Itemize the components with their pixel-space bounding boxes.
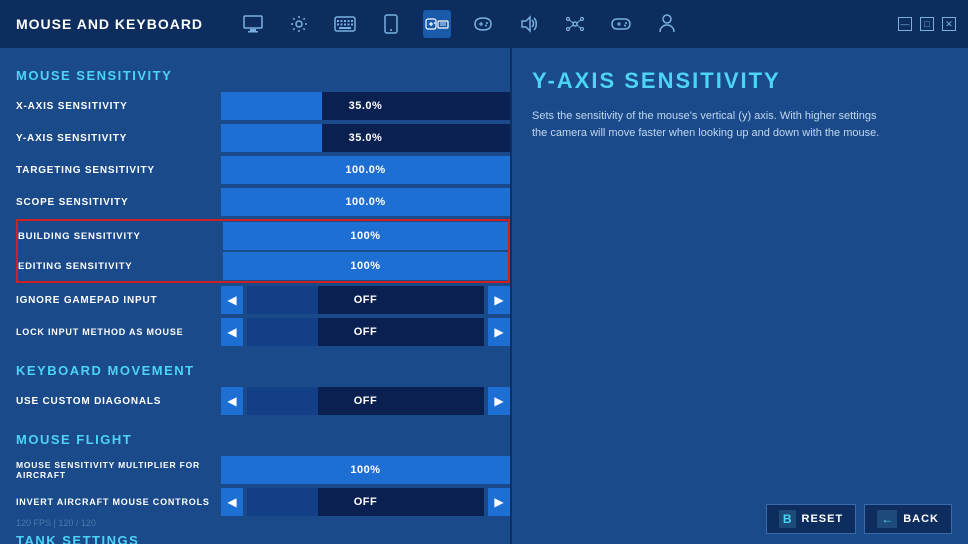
sensitivity-aircraft-value: 100% xyxy=(221,464,510,476)
maximize-button[interactable]: □ xyxy=(920,17,934,31)
custom-diag-row: USE CUSTOM DIAGONALS ◀ OFF ▶ xyxy=(16,386,510,416)
mouse-sensitivity-title: MOUSE SENSITIVITY xyxy=(16,68,510,83)
targeting-slider[interactable]: 100.0% xyxy=(221,156,510,184)
invert-aircraft-left-arrow[interactable]: ◀ xyxy=(221,488,243,516)
mouse-flight-title: MOUSE FLIGHT xyxy=(16,432,510,447)
scope-label: SCOPE SENSITIVITY xyxy=(16,197,221,208)
ignore-gamepad-value-wrap: OFF xyxy=(247,286,484,314)
ignore-gamepad-label: IGNORE GAMEPAD INPUT xyxy=(16,295,221,306)
y-axis-row: Y-AXIS SENSITIVITY 35.0% xyxy=(16,123,510,153)
x-axis-value: 35.0% xyxy=(221,100,510,112)
building-row: BUILDING SENSITIVITY 100% xyxy=(18,221,508,251)
custom-diag-left-arrow[interactable]: ◀ xyxy=(221,387,243,415)
x-axis-slider[interactable]: 35.0% xyxy=(221,92,510,120)
invert-aircraft-value-wrap: OFF xyxy=(247,488,484,516)
right-panel: Y-AXIS SENSITIVITY Sets the sensitivity … xyxy=(510,48,968,544)
keyboard-icon[interactable] xyxy=(331,10,359,38)
reset-icon: B xyxy=(779,510,796,528)
building-slider[interactable]: 100% xyxy=(223,222,508,250)
left-panel: MOUSE SENSITIVITY X-AXIS SENSITIVITY 35.… xyxy=(0,48,510,544)
detail-description: Sets the sensitivity of the mouse's vert… xyxy=(532,108,892,141)
gear-icon[interactable] xyxy=(285,10,313,38)
scope-value: 100.0% xyxy=(221,196,510,208)
keyboard-movement-title: KEYBOARD MOVEMENT xyxy=(16,363,510,378)
window-controls: — □ ✕ xyxy=(898,17,956,31)
lock-input-toggle: ◀ OFF ▶ xyxy=(221,318,510,346)
controller-icon[interactable] xyxy=(607,10,635,38)
y-axis-slider[interactable]: 35.0% xyxy=(221,124,510,152)
invert-aircraft-right-arrow[interactable]: ▶ xyxy=(488,488,510,516)
building-label: BUILDING SENSITIVITY xyxy=(18,229,223,244)
detail-title: Y-AXIS SENSITIVITY xyxy=(532,68,948,94)
back-button[interactable]: ← BACK xyxy=(864,504,952,534)
building-value: 100% xyxy=(223,230,508,242)
highlighted-group: BUILDING SENSITIVITY 100% EDITING SENSIT… xyxy=(16,219,510,283)
y-axis-value: 35.0% xyxy=(221,132,510,144)
editing-slider[interactable]: 100% xyxy=(223,252,508,280)
lock-input-label: LOCK INPUT METHOD AS MOUSE xyxy=(16,327,221,337)
invert-aircraft-value: OFF xyxy=(247,496,484,508)
editing-label: EDITING SENSITIVITY xyxy=(18,259,223,274)
person-icon[interactable] xyxy=(653,10,681,38)
back-icon: ← xyxy=(877,510,897,528)
invert-aircraft-label: INVERT AIRCRAFT MOUSE CONTROLS xyxy=(16,497,221,507)
volume-icon[interactable] xyxy=(515,10,543,38)
bottom-bar: B RESET ← BACK xyxy=(750,494,968,544)
custom-diag-value-wrap: OFF xyxy=(247,387,484,415)
tank-settings-title: TANK SETTINGS xyxy=(16,533,510,544)
monitor-icon[interactable] xyxy=(239,10,267,38)
ignore-gamepad-toggle: ◀ OFF ▶ xyxy=(221,286,510,314)
ignore-gamepad-left-arrow[interactable]: ◀ xyxy=(221,286,243,314)
lock-input-left-arrow[interactable]: ◀ xyxy=(221,318,243,346)
reset-button[interactable]: B RESET xyxy=(766,504,856,534)
fps-counter: 120 FPS | 120 / 120 xyxy=(16,518,96,528)
reset-label: RESET xyxy=(802,513,844,525)
sensitivity-aircraft-slider[interactable]: 100% xyxy=(221,456,510,484)
lock-input-value-wrap: OFF xyxy=(247,318,484,346)
x-axis-row: X-AXIS SENSITIVITY 35.0% xyxy=(16,91,510,121)
close-button[interactable]: ✕ xyxy=(942,17,956,31)
y-axis-label: Y-AXIS SENSITIVITY xyxy=(16,133,221,144)
nav-icons xyxy=(239,10,681,38)
ignore-gamepad-row: IGNORE GAMEPAD INPUT ◀ OFF ▶ xyxy=(16,285,510,315)
controller-kb-icon[interactable] xyxy=(423,10,451,38)
ignore-gamepad-value: OFF xyxy=(247,294,484,306)
ignore-gamepad-right-arrow[interactable]: ▶ xyxy=(488,286,510,314)
targeting-label: TARGETING SENSITIVITY xyxy=(16,165,221,176)
sensitivity-aircraft-row: MOUSE SENSITIVITY MULTIPLIER FOR AIRCRAF… xyxy=(16,455,510,485)
minimize-button[interactable]: — xyxy=(898,17,912,31)
custom-diag-right-arrow[interactable]: ▶ xyxy=(488,387,510,415)
top-bar: MOUSE AND KEYBOARD xyxy=(0,0,968,48)
main-content: MOUSE SENSITIVITY X-AXIS SENSITIVITY 35.… xyxy=(0,48,968,544)
custom-diag-toggle: ◀ OFF ▶ xyxy=(221,387,510,415)
targeting-row: TARGETING SENSITIVITY 100.0% xyxy=(16,155,510,185)
gamepad-icon[interactable] xyxy=(469,10,497,38)
network-icon[interactable] xyxy=(561,10,589,38)
back-label: BACK xyxy=(903,513,939,525)
custom-diag-label: USE CUSTOM DIAGONALS xyxy=(16,396,221,407)
lock-input-value: OFF xyxy=(247,326,484,338)
lock-input-right-arrow[interactable]: ▶ xyxy=(488,318,510,346)
targeting-value: 100.0% xyxy=(221,164,510,176)
invert-aircraft-row: INVERT AIRCRAFT MOUSE CONTROLS ◀ OFF ▶ xyxy=(16,487,510,517)
custom-diag-value: OFF xyxy=(247,395,484,407)
phone-icon[interactable] xyxy=(377,10,405,38)
lock-input-row: LOCK INPUT METHOD AS MOUSE ◀ OFF ▶ xyxy=(16,317,510,347)
sensitivity-aircraft-label: MOUSE SENSITIVITY MULTIPLIER FOR AIRCRAF… xyxy=(16,460,221,480)
scope-slider[interactable]: 100.0% xyxy=(221,188,510,216)
scope-row: SCOPE SENSITIVITY 100.0% xyxy=(16,187,510,217)
invert-aircraft-toggle: ◀ OFF ▶ xyxy=(221,488,510,516)
page-title: MOUSE AND KEYBOARD xyxy=(16,16,203,32)
editing-value: 100% xyxy=(223,260,508,272)
editing-row: EDITING SENSITIVITY 100% xyxy=(18,251,508,281)
x-axis-label: X-AXIS SENSITIVITY xyxy=(16,101,221,112)
